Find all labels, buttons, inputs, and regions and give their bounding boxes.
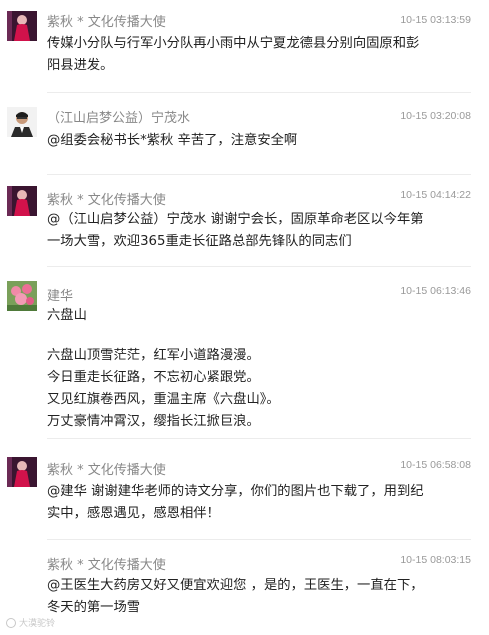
divider [47,174,471,175]
poem-title: 六盘山 [47,308,87,323]
avatar-woman-red-icon [7,457,37,487]
avatar[interactable] [7,11,37,41]
comment-text-line: @建华 谢谢建华老师的诗文分享，你们的图片也下载了，用到纪 [47,484,424,499]
comment-author[interactable]: 紫秋 * 文化传播大使 [47,11,166,30]
comment-author[interactable]: （江山启梦公益）宁茂水 [47,107,190,126]
avatar[interactable] [7,107,37,137]
comment-body: @组委会秘书长*紫秋 辛苦了，注意安全啊 [47,130,477,152]
watermark-text: 大漠驼铃 [19,619,56,629]
divider [47,92,471,93]
poem-line: 六盘山顶雪茫茫，红军小道路漫漫。 [47,348,260,363]
comment-author[interactable]: 紫秋 * 文化传播大使 [47,189,166,208]
comment-text-line: @组委会秘书长*紫秋 辛苦了，注意安全啊 [47,133,298,148]
avatar[interactable] [7,186,37,216]
watermark-logo-icon [6,617,16,628]
avatar[interactable] [7,457,37,487]
comment-text-line: 阳县进发。 [47,58,114,73]
avatar-woman-red-icon [7,11,37,41]
comment-time: 10-15 06:58:08 [400,459,471,471]
comment-text-line: @（江山启梦公益）宁茂水 谢谢宁会长，固原革命老区以今年第 [47,212,424,227]
comment-body: @王医生大药房又好又便宜欢迎您 ，是的，王医生，一直在下， 冬天的第一场雪 [47,575,477,619]
poem-line: 今日重走长征路，不忘初心紧跟党。 [47,370,260,385]
comment-text-line: 传媒小分队与行军小分队再小雨中从宁夏龙德县分别向固原和彭 [47,36,420,51]
comment-body: @（江山启梦公益）宁茂水 谢谢宁会长，固原革命老区以今年第 一场大雪，欢迎365… [47,209,477,253]
comment-author[interactable]: 建华 [47,285,73,304]
comment-time: 10-15 03:20:08 [400,110,471,122]
comment-text-line: @王医生大药房又好又便宜欢迎您 ，是的，王医生，一直在下， [47,578,424,593]
comment-time: 10-15 08:03:15 [400,554,471,566]
comment-author[interactable]: 紫秋 * 文化传播大使 [47,459,166,478]
comment-text-line: 冬天的第一场雪 [47,600,141,615]
avatar-man-suit-icon [7,107,37,137]
comment-text-line: 一场大雪，欢迎365重走长征路总部先锋队的同志们 [47,234,352,249]
watermark: 大漠驼铃 [6,616,55,629]
avatar-woman-red-icon [7,186,37,216]
divider [47,438,471,439]
comment-time: 10-15 03:13:59 [400,14,471,26]
comment-body: 六盘山 六盘山顶雪茫茫，红军小道路漫漫。 今日重走长征路，不忘初心紧跟党。 又见… [47,305,477,433]
comment-body: @建华 谢谢建华老师的诗文分享，你们的图片也下载了，用到纪 实中，感恩遇见，感恩… [47,481,477,525]
comment-time: 10-15 04:14:22 [400,189,471,201]
comment-text-line: 实中，感恩遇见，感恩相伴！ [47,506,220,521]
poem-line: 又见红旗卷西风，重温主席《六盘山》。 [47,392,280,407]
avatar-flowers-icon [7,281,37,311]
divider [47,539,471,540]
poem-line: 万丈豪情冲霄汉，缨指长江掀巨浪。 [47,414,260,429]
comment-time: 10-15 06:13:46 [400,285,471,297]
comment-feed: 紫秋 * 文化传播大使 10-15 03:13:59 传媒小分队与行军小分队再小… [0,0,489,635]
comment-body: 传媒小分队与行军小分队再小雨中从宁夏龙德县分别向固原和彭 阳县进发。 [47,33,477,77]
avatar[interactable] [7,281,37,311]
divider [47,266,471,267]
comment-author[interactable]: 紫秋 * 文化传播大使 [47,554,166,573]
